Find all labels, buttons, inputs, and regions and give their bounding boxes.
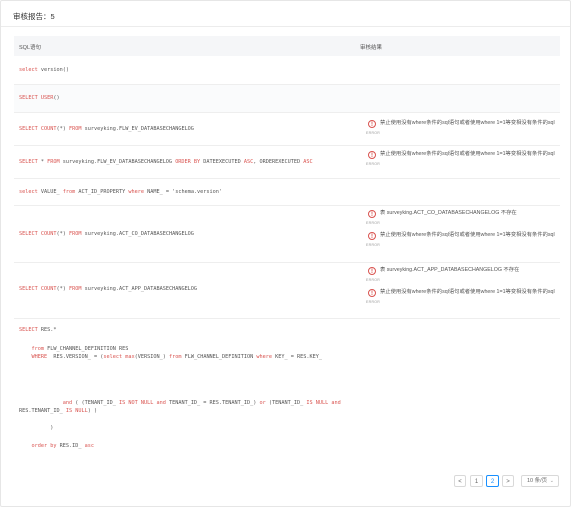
sql-line: order by RES.ID_ asc bbox=[31, 443, 94, 449]
result-message: 表 surveyking.ACT_CO_DATABASECHANGELOG 不存… bbox=[380, 210, 517, 216]
error-icon: ! bbox=[368, 151, 376, 159]
error-label: ERROR bbox=[366, 131, 381, 135]
result-cell: ! ERROR 禁止使用没有where条件的sql语句或者使用where 1=1… bbox=[366, 151, 558, 173]
error-label: ERROR bbox=[366, 221, 381, 225]
result-message: 禁止使用没有where条件的sql语句或者使用where 1=1等变相没有条件的… bbox=[380, 232, 555, 238]
column-header-result: 审核结果 bbox=[360, 45, 383, 51]
result-cell: ! ERROR 禁止使用没有where条件的sql语句或者使用where 1=1… bbox=[366, 120, 558, 142]
error-label: ERROR bbox=[366, 278, 381, 282]
chevron-down-icon: ⌄ bbox=[549, 478, 554, 484]
sql-line: RES.TENANT_ID_ IS NULL) ) bbox=[19, 408, 98, 414]
table-row: select version() bbox=[14, 56, 560, 85]
result-cell: ! ERROR 表 surveyking.ACT_CO_DATABASECHAN… bbox=[366, 210, 558, 254]
table-row: SELECT COUNT(*) FROM surveyking.FLW_EV_D… bbox=[14, 113, 560, 146]
error-icon: ! bbox=[368, 120, 376, 128]
result-message: 表 surveyking.ACT_APP_DATABASECHANGELOG 不… bbox=[380, 267, 520, 273]
column-header-sql: SQL语句 bbox=[19, 45, 42, 51]
sql-statement: SELECT COUNT(*) FROM surveyking.ACT_CO_D… bbox=[19, 231, 194, 237]
sql-line: from FLW_CHANNEL_DEFINITION RES bbox=[31, 346, 129, 352]
result-item: ! ERROR 禁止使用没有where条件的sql语句或者使用where 1=1… bbox=[366, 120, 558, 142]
sql-statement: select VALUE_ from ACT_ID_PROPERTY where… bbox=[19, 189, 223, 195]
sql-statement: SELECT USER() bbox=[19, 95, 60, 101]
prev-page-button[interactable]: < bbox=[454, 475, 466, 487]
audit-report-card: 审核报告：5 SQL语句 审核结果 select version() SELEC… bbox=[0, 0, 571, 507]
sql-statement: select version() bbox=[19, 67, 69, 73]
error-icon: ! bbox=[368, 210, 376, 218]
table-row: SELECT * FROM surveyking.FLW_EV_DATABASE… bbox=[14, 146, 560, 179]
sql-statement: SELECT COUNT(*) FROM surveyking.FLW_EV_D… bbox=[19, 126, 194, 132]
result-message: 禁止使用没有where条件的sql语句或者使用where 1=1等变相没有条件的… bbox=[380, 289, 555, 295]
sql-line: WHERE RES.VERSION_ = (select max(VERSION… bbox=[31, 354, 323, 360]
table-header: SQL语句 审核结果 bbox=[14, 36, 560, 56]
sql-statement: SELECT COUNT(*) FROM surveyking.ACT_APP_… bbox=[19, 286, 198, 292]
result-message: 禁止使用没有where条件的sql语句或者使用where 1=1等变相没有条件的… bbox=[380, 151, 555, 157]
result-item: ! ERROR 禁止使用没有where条件的sql语句或者使用where 1=1… bbox=[366, 232, 558, 254]
page-size-label: 10 条/页 bbox=[527, 478, 548, 484]
audit-table: SQL语句 审核结果 select version() SELECT USER(… bbox=[14, 36, 560, 454]
sql-statement: SELECT * FROM surveyking.FLW_EV_DATABASE… bbox=[19, 159, 313, 165]
page-2-button[interactable]: 2 bbox=[486, 475, 499, 487]
result-item: ! ERROR 表 surveyking.ACT_CO_DATABASECHAN… bbox=[366, 210, 558, 232]
error-label: ERROR bbox=[366, 162, 381, 166]
error-label: ERROR bbox=[366, 243, 381, 247]
error-icon: ! bbox=[368, 232, 376, 240]
table-row: SELECT USER() bbox=[14, 85, 560, 113]
title-divider bbox=[1, 26, 570, 27]
sql-line: and ( (TENANT_ID_ IS NOT NULL and TENANT… bbox=[62, 400, 341, 406]
page-1-button[interactable]: 1 bbox=[470, 475, 483, 487]
sql-line: SELECT RES.* bbox=[19, 327, 57, 333]
next-page-button[interactable]: > bbox=[502, 475, 514, 487]
error-label: ERROR bbox=[366, 300, 381, 304]
result-item: ! ERROR 禁止使用没有where条件的sql语句或者使用where 1=1… bbox=[366, 289, 558, 311]
table-row: select VALUE_ from ACT_ID_PROPERTY where… bbox=[14, 179, 560, 206]
page-size-select[interactable]: 10 条/页 ⌄ bbox=[521, 475, 559, 487]
result-item: ! ERROR 表 surveyking.ACT_APP_DATABASECHA… bbox=[366, 267, 558, 289]
table-row: SELECT COUNT(*) FROM surveyking.ACT_APP_… bbox=[14, 263, 560, 319]
result-message: 禁止使用没有where条件的sql语句或者使用where 1=1等变相没有条件的… bbox=[380, 120, 555, 126]
error-icon: ! bbox=[368, 289, 376, 297]
error-icon: ! bbox=[368, 267, 376, 275]
result-cell: ! ERROR 表 surveyking.ACT_APP_DATABASECHA… bbox=[366, 267, 558, 311]
result-item: ! ERROR 禁止使用没有where条件的sql语句或者使用where 1=1… bbox=[366, 151, 558, 173]
table-row: SELECT RES.* from FLW_CHANNEL_DEFINITION… bbox=[14, 319, 560, 454]
page-title: 审核报告：5 bbox=[13, 12, 55, 21]
sql-line: ) bbox=[19, 425, 54, 431]
table-row: SELECT COUNT(*) FROM surveyking.ACT_CO_D… bbox=[14, 206, 560, 263]
